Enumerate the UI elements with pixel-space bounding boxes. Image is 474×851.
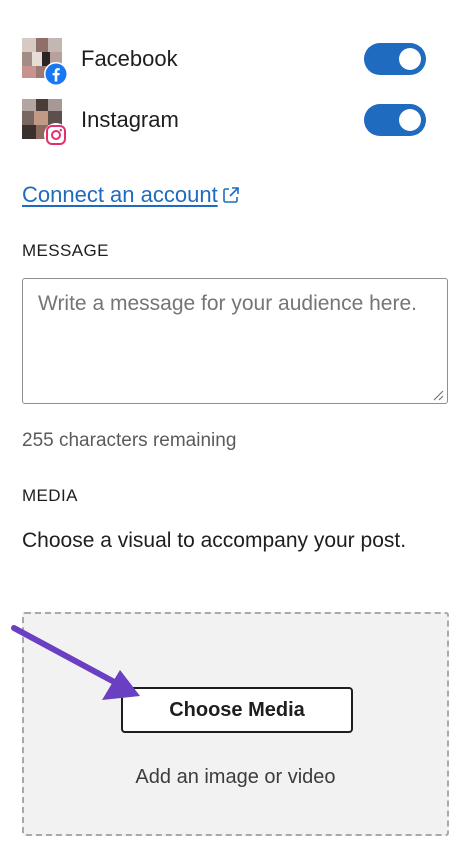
account-row-facebook: Facebook (22, 36, 426, 86)
instagram-toggle[interactable] (364, 104, 426, 136)
external-link-icon (222, 186, 240, 204)
media-hint: Add an image or video (135, 766, 336, 788)
characters-remaining: 255 characters remaining (22, 430, 237, 451)
choose-media-button[interactable]: Choose Media (121, 687, 353, 733)
message-input[interactable] (23, 279, 447, 403)
resize-handle-icon[interactable] (432, 388, 444, 401)
avatar (22, 99, 68, 147)
account-name-instagram: Instagram (81, 107, 179, 132)
connect-account-link[interactable]: Connect an account (22, 182, 240, 208)
toggle-knob (399, 109, 421, 131)
instagram-icon (44, 123, 68, 147)
connect-account-label: Connect an account (22, 182, 218, 207)
account-row-instagram: Instagram (22, 97, 426, 147)
media-dropzone[interactable]: Choose Media Add an image or video (22, 612, 449, 836)
facebook-icon (44, 62, 68, 86)
media-section-label: MEDIA (22, 486, 78, 505)
avatar (22, 38, 68, 86)
toggle-knob (399, 48, 421, 70)
media-description: Choose a visual to accompany your post. (22, 529, 407, 552)
message-field[interactable] (22, 278, 448, 404)
message-section-label: MESSAGE (22, 241, 109, 260)
account-name-facebook: Facebook (81, 46, 178, 71)
facebook-toggle[interactable] (364, 43, 426, 75)
